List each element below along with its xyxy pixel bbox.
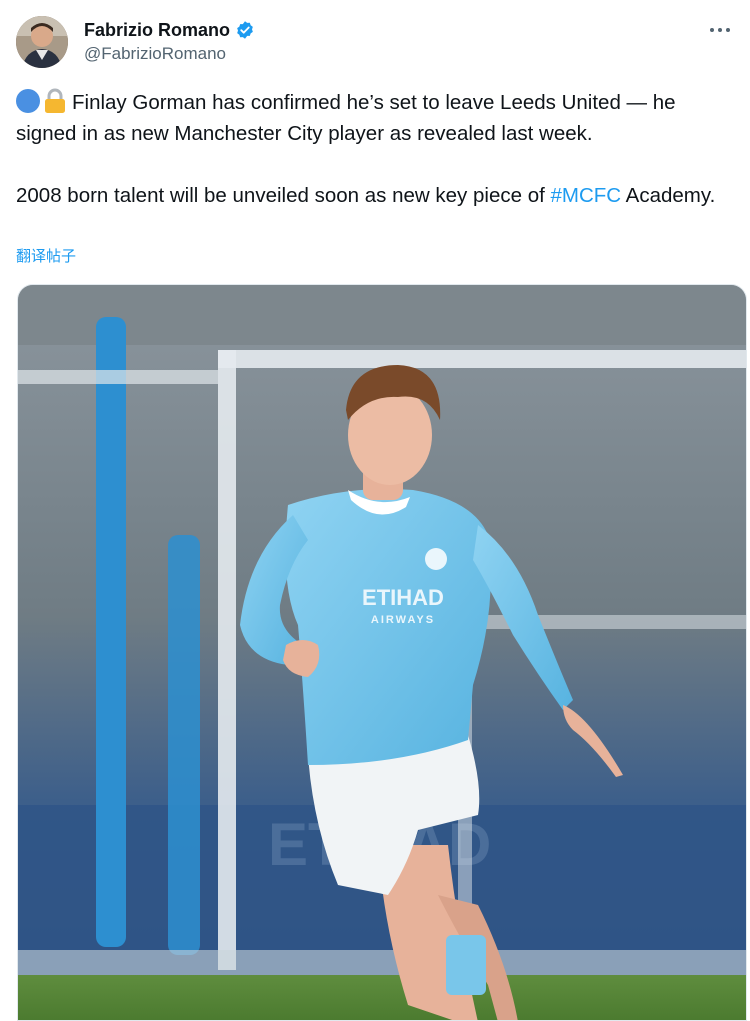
hashtag-link[interactable]: #MCFC xyxy=(550,184,621,207)
handle[interactable]: @FabrizioRomano xyxy=(84,42,255,66)
shirt-sponsor: ETIHAD xyxy=(362,585,444,610)
tweet-photo[interactable]: ETIHAD AIRWAYS xyxy=(17,284,747,1021)
avatar[interactable] xyxy=(16,16,68,68)
lock-icon xyxy=(44,88,66,114)
blue-circle-icon xyxy=(16,89,40,113)
tweet-paragraph-2: 2008 born talent will be unveiled soon a… xyxy=(16,180,736,211)
tweet-text: Finlay Gorman has confirmed he’s set to … xyxy=(16,87,736,211)
verified-badge-icon xyxy=(235,20,255,40)
tweet-line-1: Finlay Gorman has confirmed he’s set to … xyxy=(16,91,676,145)
tweet-line-2-end: Academy. xyxy=(621,184,716,207)
author-block: Fabrizio Romano @FabrizioRomano xyxy=(84,18,255,66)
tweet-header: Fabrizio Romano @FabrizioRomano xyxy=(16,16,734,72)
display-name[interactable]: Fabrizio Romano xyxy=(84,18,230,42)
tweet-line-2: 2008 born talent will be unveiled soon a… xyxy=(16,184,551,207)
tweet-paragraph-1: Finlay Gorman has confirmed he’s set to … xyxy=(16,87,736,149)
translate-post-link[interactable]: 翻译帖子 xyxy=(16,246,76,268)
more-options-icon[interactable] xyxy=(706,20,734,40)
shirt-sponsor-sub: AIRWAYS xyxy=(371,614,435,626)
